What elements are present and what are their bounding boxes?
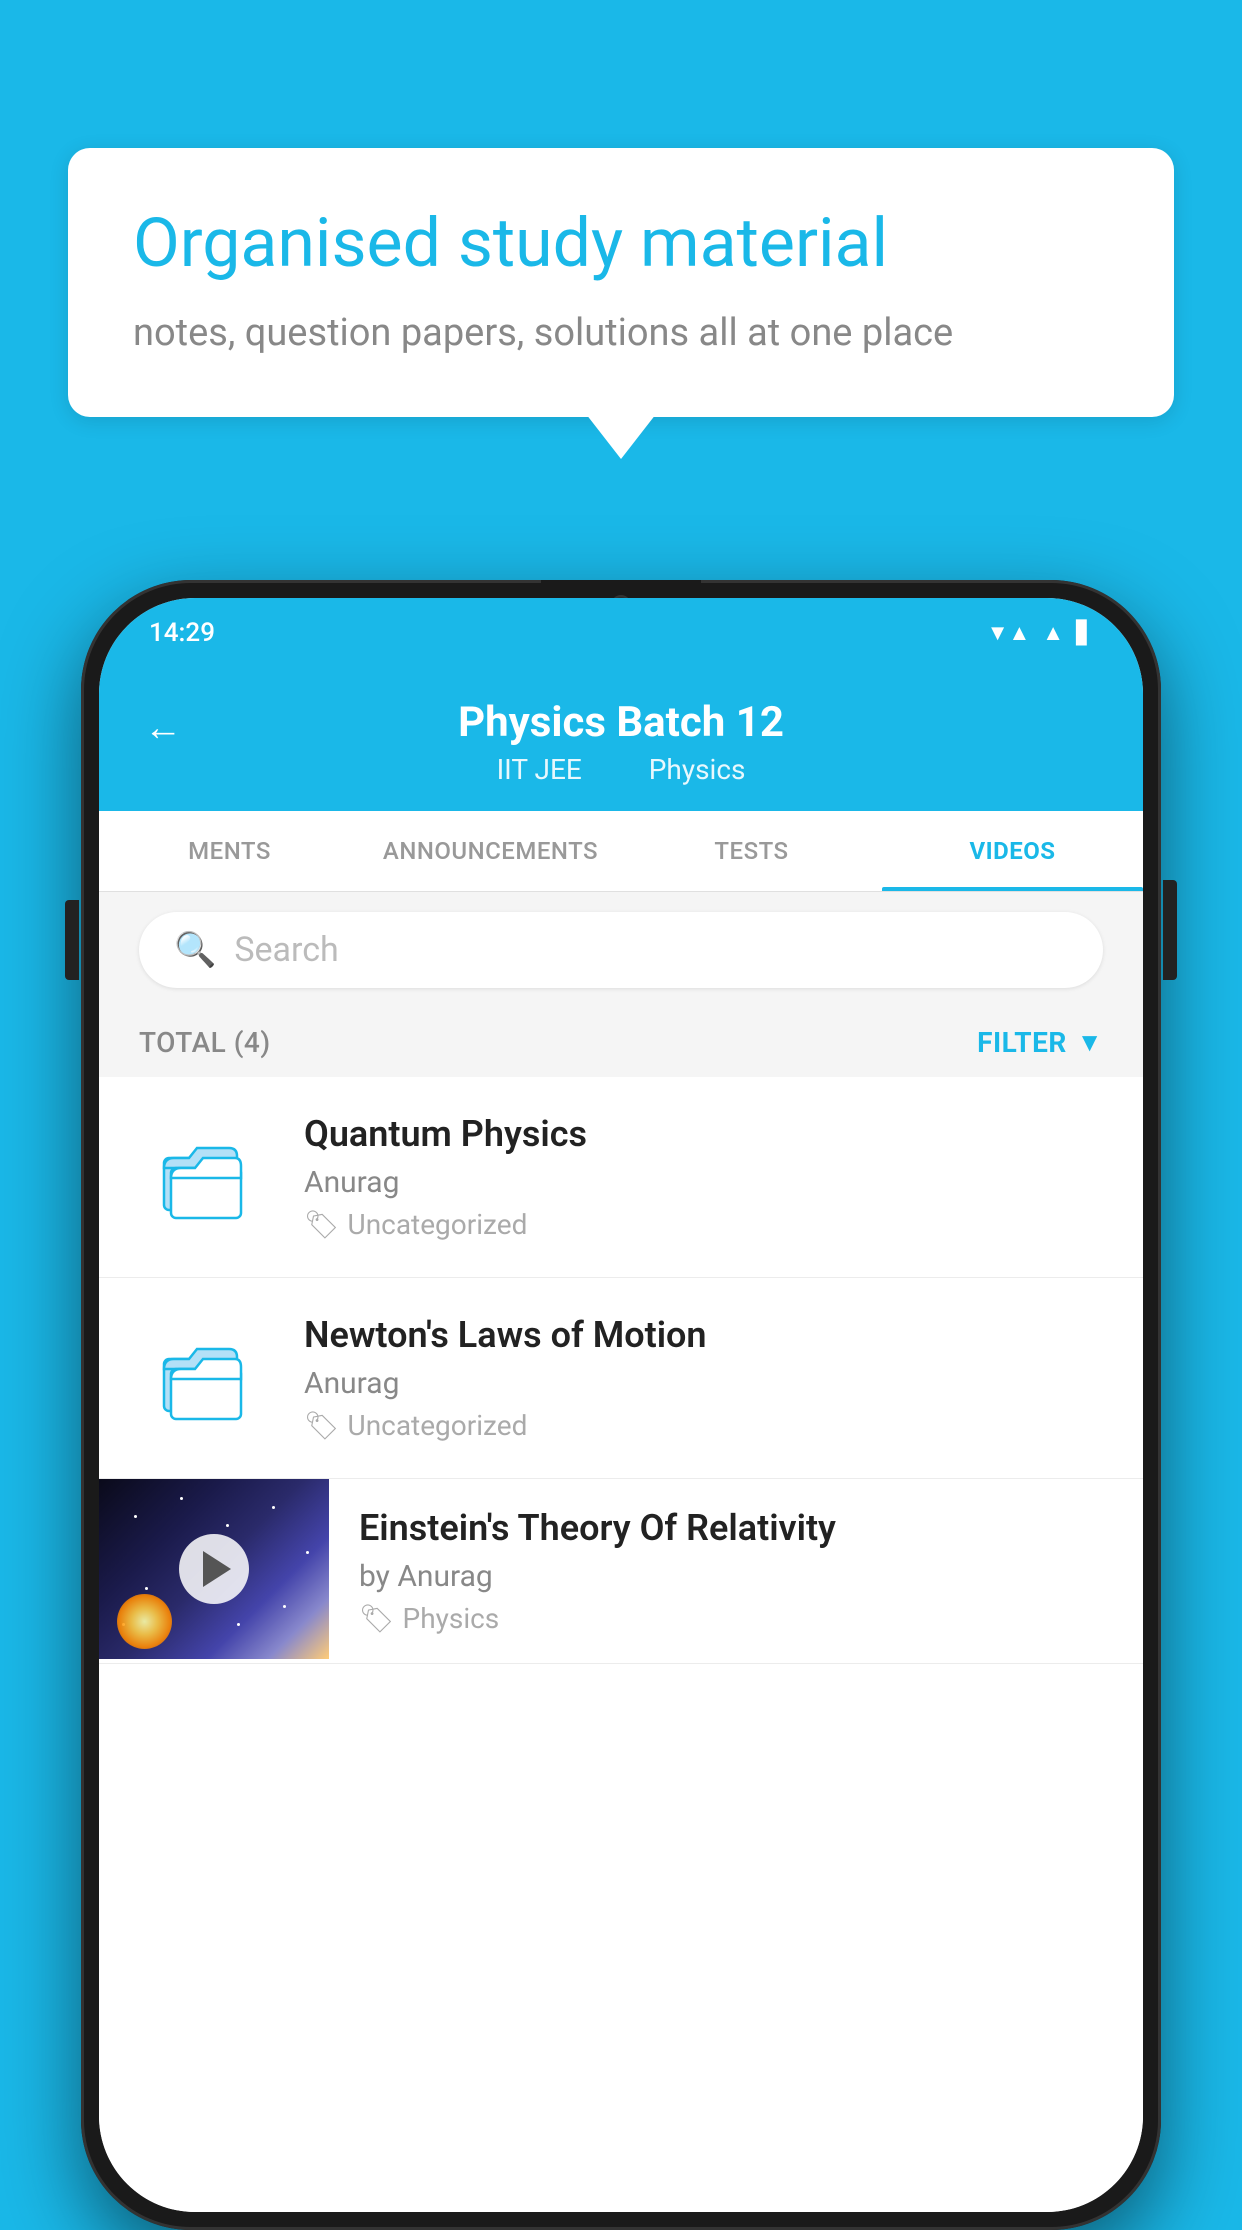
video-title-2: Newton's Laws of Motion — [304, 1314, 1103, 1356]
video-tag-2: 🏷 Uncategorized — [304, 1409, 1103, 1442]
page-title: Physics Batch 12 — [458, 698, 784, 747]
filter-bar: TOTAL (4) FILTER ▼ — [99, 1008, 1143, 1077]
status-bar: 14:29 ▼▲ ▲ ▋ — [99, 598, 1143, 668]
subtitle-physics: Physics — [649, 753, 746, 786]
video-info-3: Einstein's Theory Of Relativity by Anura… — [329, 1479, 1143, 1663]
tag-icon-2: 🏷 — [304, 1409, 340, 1442]
status-time: 14:29 — [149, 618, 215, 648]
phone-outer: 14:29 ▼▲ ▲ ▋ ← Physics Batch 12 IIT JEE … — [81, 580, 1161, 2230]
list-item[interactable]: Newton's Laws of Motion Anurag 🏷 Uncateg… — [99, 1278, 1143, 1479]
header-subtitle: IIT JEE Physics — [482, 753, 761, 786]
tab-tests[interactable]: TESTS — [621, 811, 882, 891]
folder-icon — [159, 1130, 249, 1224]
list-item[interactable]: Quantum Physics Anurag 🏷 Uncategorized — [99, 1077, 1143, 1278]
speech-bubble-container: Organised study material notes, question… — [68, 148, 1174, 417]
back-button[interactable]: ← — [144, 706, 182, 750]
speech-bubble-heading: Organised study material — [133, 203, 1109, 285]
filter-label: FILTER — [977, 1026, 1067, 1059]
search-container: 🔍 Search — [99, 892, 1143, 1008]
video-title-3: Einstein's Theory Of Relativity — [359, 1507, 1113, 1549]
tag-icon-1: 🏷 — [304, 1208, 340, 1241]
filter-button[interactable]: FILTER ▼ — [977, 1026, 1103, 1059]
video-tag-1: 🏷 Uncategorized — [304, 1208, 1103, 1241]
play-icon — [203, 1551, 231, 1587]
video-title-1: Quantum Physics — [304, 1113, 1103, 1155]
video-author-1: Anurag — [304, 1165, 1103, 1200]
speech-bubble: Organised study material notes, question… — [68, 148, 1174, 417]
tab-bar: MENTS ANNOUNCEMENTS TESTS VIDEOS — [99, 811, 1143, 892]
play-button-3[interactable] — [179, 1534, 249, 1604]
video-info-1: Quantum Physics Anurag 🏷 Uncategorized — [304, 1113, 1103, 1241]
video-thumbnail-3 — [99, 1479, 329, 1659]
list-item[interactable]: Einstein's Theory Of Relativity by Anura… — [99, 1479, 1143, 1664]
tab-announcements[interactable]: ANNOUNCEMENTS — [360, 811, 621, 891]
tab-videos[interactable]: VIDEOS — [882, 811, 1143, 891]
tab-ments[interactable]: MENTS — [99, 811, 360, 891]
tag-icon-3: 🏷 — [359, 1602, 395, 1635]
filter-icon: ▼ — [1077, 1027, 1103, 1058]
phone-screen: 14:29 ▼▲ ▲ ▋ ← Physics Batch 12 IIT JEE … — [99, 598, 1143, 2212]
search-icon: 🔍 — [174, 930, 216, 970]
search-placeholder: Search — [234, 930, 338, 970]
phone-wrapper: 14:29 ▼▲ ▲ ▋ ← Physics Batch 12 IIT JEE … — [81, 580, 1161, 2230]
wifi-icon: ▼▲ — [987, 620, 1031, 646]
folder-thumbnail-1 — [139, 1112, 269, 1242]
folder-thumbnail-2 — [139, 1313, 269, 1443]
signal-icon: ▲ — [1042, 620, 1064, 646]
app-header: ← Physics Batch 12 IIT JEE Physics — [99, 668, 1143, 811]
folder-icon — [159, 1331, 249, 1425]
video-author-2: Anurag — [304, 1366, 1103, 1401]
content-area: Quantum Physics Anurag 🏷 Uncategorized — [99, 1077, 1143, 2212]
speech-bubble-subtext: notes, question papers, solutions all at… — [133, 305, 1109, 362]
total-count: TOTAL (4) — [139, 1026, 271, 1059]
subtitle-iit: IIT JEE — [497, 753, 582, 786]
search-bar[interactable]: 🔍 Search — [139, 912, 1103, 988]
status-icons: ▼▲ ▲ ▋ — [987, 620, 1093, 646]
video-tag-3: 🏷 Physics — [359, 1602, 1113, 1635]
battery-icon: ▋ — [1076, 621, 1093, 646]
video-author-3: by Anurag — [359, 1559, 1113, 1594]
video-info-2: Newton's Laws of Motion Anurag 🏷 Uncateg… — [304, 1314, 1103, 1442]
